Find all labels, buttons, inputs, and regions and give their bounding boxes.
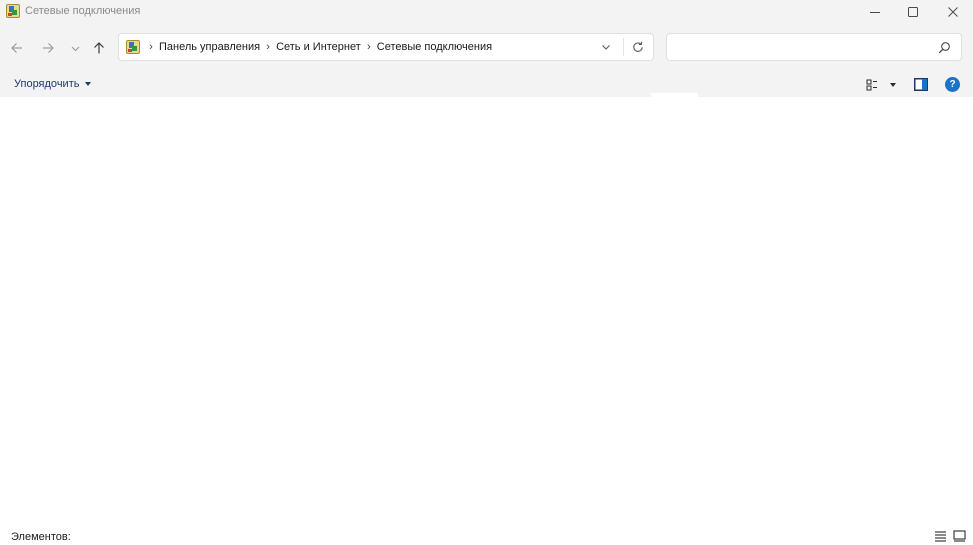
search-icon[interactable]: [938, 41, 951, 54]
organize-label: Упорядочить: [14, 78, 80, 90]
minimize-icon: [870, 11, 880, 13]
navigation-bar: › Панель управления › Сеть и Интернет › …: [0, 23, 973, 72]
organize-button[interactable]: Упорядочить: [14, 78, 92, 90]
arrow-up-icon: [94, 42, 104, 54]
close-icon: [948, 6, 958, 17]
chevron-down-icon: [602, 45, 610, 50]
preview-pane-icon[interactable]: [914, 78, 928, 91]
maximize-button[interactable]: [893, 0, 933, 23]
details-view-icon[interactable]: [934, 530, 947, 542]
up-button[interactable]: [88, 37, 110, 59]
forward-button[interactable]: [37, 37, 59, 59]
arrow-left-icon: [11, 43, 22, 53]
recent-locations-button[interactable]: [64, 37, 86, 59]
back-button[interactable]: [6, 37, 28, 59]
close-button[interactable]: [933, 0, 973, 23]
help-button[interactable]: ?: [945, 77, 960, 92]
breadcrumb-item-control-panel[interactable]: Панель управления: [159, 41, 260, 53]
minimize-button[interactable]: [855, 0, 895, 23]
search-input[interactable]: [673, 38, 933, 56]
status-bar: Элементов:: [0, 527, 973, 545]
address-divider: [623, 38, 624, 56]
arrow-right-icon: [43, 43, 54, 53]
search-box[interactable]: [666, 33, 962, 61]
refresh-icon: [633, 41, 643, 52]
address-history-button[interactable]: [599, 40, 613, 54]
breadcrumb-item-network-internet[interactable]: Сеть и Интернет: [276, 41, 361, 53]
control-panel-icon: [126, 40, 140, 54]
breadcrumb-separator[interactable]: ›: [145, 41, 157, 53]
item-count-label: Элементов:: [11, 531, 71, 543]
address-bar[interactable]: › Панель управления › Сеть и Интернет › …: [118, 33, 654, 61]
maximize-icon: [908, 6, 918, 17]
refresh-button[interactable]: [631, 40, 645, 54]
change-view-button[interactable]: [866, 77, 900, 93]
command-bar: Упорядочить ?: [0, 72, 973, 97]
caret-down-icon: [890, 83, 896, 87]
chevron-down-icon: [71, 46, 79, 51]
network-connections-icon: [6, 4, 20, 18]
content-area[interactable]: [0, 97, 973, 522]
window-title: Сетевые подключения: [25, 5, 141, 17]
breadcrumb-item-network-connections[interactable]: Сетевые подключения: [377, 41, 492, 53]
large-icons-view-icon[interactable]: [953, 530, 966, 542]
breadcrumb-separator[interactable]: ›: [262, 41, 274, 53]
caret-down-icon: [85, 82, 92, 86]
title-bar: Сетевые подключения: [0, 0, 973, 23]
explorer-window: Сетевые подключения › Панель управления …: [0, 0, 973, 545]
view-options-icon: [866, 79, 877, 91]
breadcrumb: › Панель управления › Сеть и Интернет › …: [143, 34, 492, 60]
breadcrumb-separator[interactable]: ›: [363, 41, 375, 53]
